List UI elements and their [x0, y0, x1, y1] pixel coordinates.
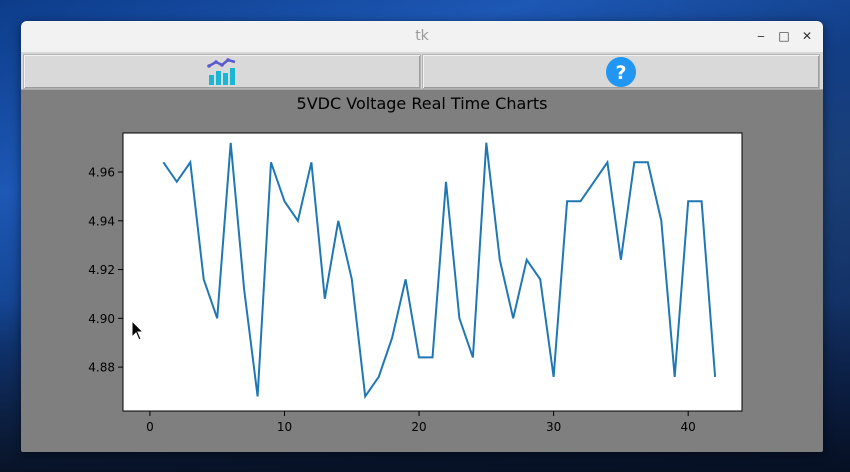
x-tick-label: 30 [546, 420, 561, 434]
y-tick-label: 4.90 [88, 312, 115, 326]
voltage-line-chart: 4.88 4.90 4.92 4.94 4.96 0 10 20 30 40 [88, 132, 743, 434]
y-tick-label: 4.96 [88, 166, 115, 180]
x-tick-label: 20 [411, 420, 426, 434]
app-window: tk ‒ □ ✕ ? 5VDC Voltage Real Time Charts… [21, 21, 823, 452]
y-tick-label: 4.88 [88, 361, 115, 375]
x-tick-label: 10 [277, 420, 292, 434]
mouse-cursor-icon [131, 320, 145, 341]
x-tick-label: 0 [146, 420, 154, 434]
y-tick-label: 4.92 [88, 263, 115, 277]
x-tick-label: 40 [681, 420, 696, 434]
plot-area [122, 132, 743, 412]
y-tick-label: 4.94 [88, 214, 115, 228]
